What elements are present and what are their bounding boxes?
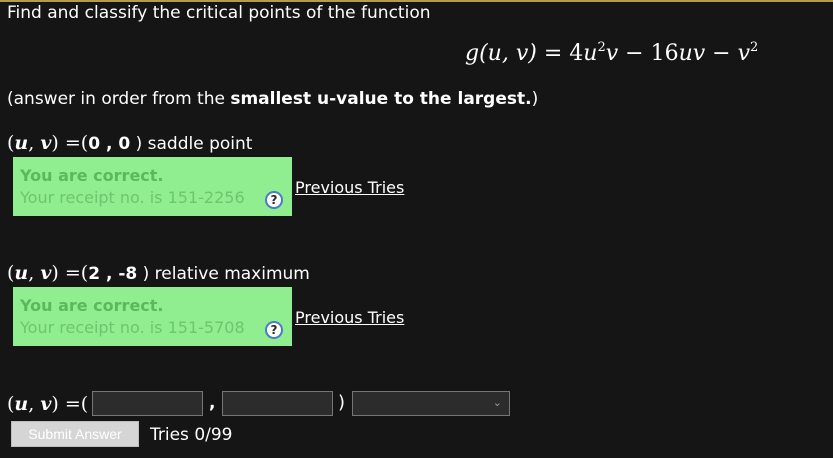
correct-feedback-box: You are correct. Your receipt no. is 151… xyxy=(13,157,292,216)
previous-tries-link[interactable]: Previous Tries xyxy=(295,178,404,197)
answer-u-value: 2 xyxy=(88,264,101,284)
tries-counter: Tries 0/99 xyxy=(150,425,233,445)
critical-point-row-3: (u, v) =( xyxy=(7,393,88,415)
v-value-input[interactable] xyxy=(222,391,333,416)
point-label: (u, v) =( xyxy=(7,132,89,154)
comma-separator: , xyxy=(209,393,216,413)
submit-answer-button[interactable]: Submit Answer xyxy=(11,421,139,447)
question-intro: Find and classify the critical points of… xyxy=(7,3,431,23)
answer-v-value: 0 xyxy=(118,134,131,154)
answer-v-value: -8 xyxy=(118,264,138,284)
top-border xyxy=(0,0,833,2)
point-label: (u, v) =( xyxy=(7,393,89,415)
answer-classification: relative maximum xyxy=(149,264,310,284)
answer-classification: saddle point xyxy=(142,134,253,154)
u-value-input[interactable] xyxy=(92,391,203,416)
help-icon[interactable]: ? xyxy=(265,191,283,209)
receipt-number: Your receipt no. is 151-2256 xyxy=(20,188,245,207)
chevron-down-icon: ⌄ xyxy=(492,396,502,409)
closing-paren: ) xyxy=(338,392,346,413)
feedback-title: You are correct. xyxy=(20,166,164,185)
feedback-title: You are correct. xyxy=(20,296,164,315)
critical-point-row-1: (u, v) =(0 , 0 ) saddle point xyxy=(7,132,253,154)
classification-select[interactable]: ⌄ xyxy=(352,391,510,416)
critical-point-row-2: (u, v) =(2 , -8 ) relative maximum xyxy=(7,262,310,284)
answer-u-value: 0 xyxy=(88,134,101,154)
previous-tries-link[interactable]: Previous Tries xyxy=(295,308,404,327)
point-label: (u, v) =( xyxy=(7,262,89,284)
answer-order-instruction: (answer in order from the smallest u-val… xyxy=(7,89,539,109)
receipt-number: Your receipt no. is 151-5708 xyxy=(20,318,245,337)
help-icon[interactable]: ? xyxy=(265,321,283,339)
function-formula: g(u, v) = 4u2v − 16uv − v2 xyxy=(465,40,759,66)
correct-feedback-box: You are correct. Your receipt no. is 151… xyxy=(13,287,292,346)
